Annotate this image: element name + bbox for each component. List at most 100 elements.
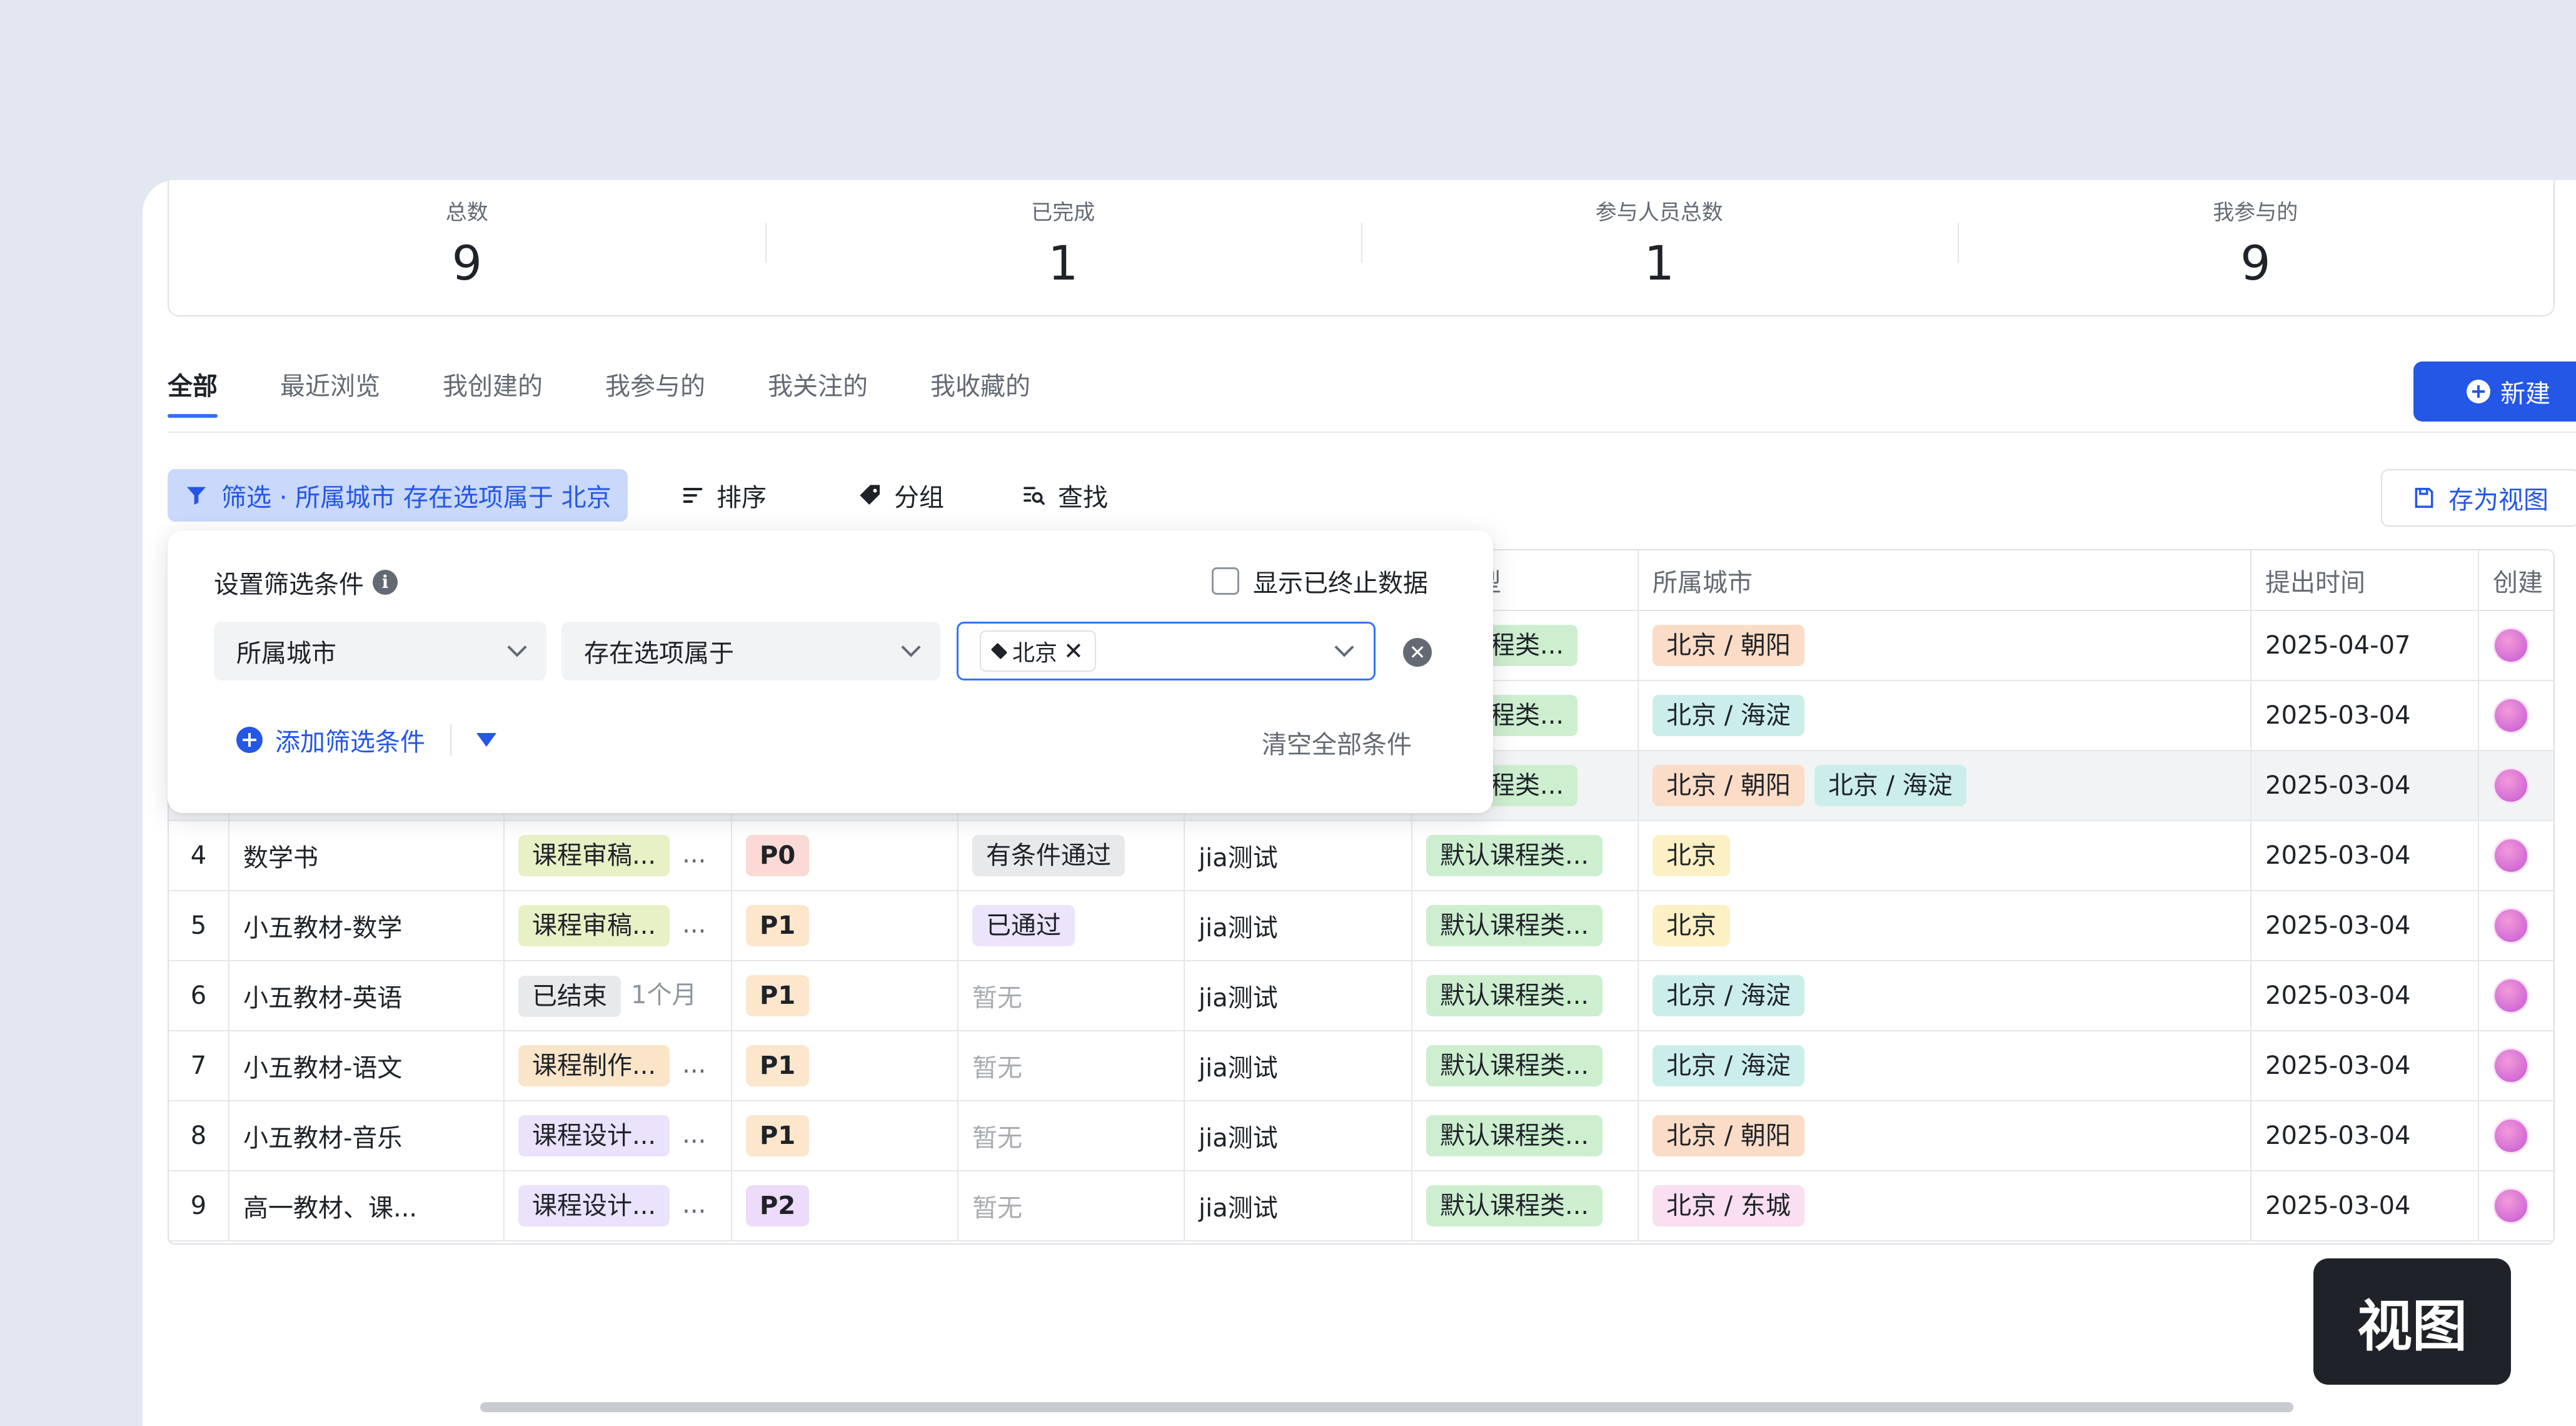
show-terminated-label: 显示已终止数据 — [1253, 569, 1428, 598]
tab-favorited[interactable]: 我收藏的 — [930, 368, 1030, 418]
date-cell: 2025-03-04 — [2251, 821, 2479, 891]
status-tag: 已通过 — [972, 905, 1075, 946]
horizontal-scrollbar[interactable] — [480, 1402, 2293, 1412]
city-tag: 北京 / 海淀 — [1653, 975, 1804, 1016]
remove-option-icon[interactable]: ✕ — [1064, 637, 1084, 665]
stat-value: 9 — [451, 235, 482, 291]
chevron-down-icon — [507, 637, 527, 657]
city-tag: 北京 / 朝阳 — [1653, 1115, 1804, 1156]
group-button[interactable]: 分组 — [858, 469, 944, 522]
row-index: 5 — [169, 891, 229, 961]
col-header-creator[interactable]: 创建 — [2478, 550, 2553, 611]
date-cell: 2025-03-04 — [2251, 891, 2479, 961]
stage-tag: 已结束 — [518, 976, 621, 1017]
add-condition-label: 添加筛选条件 — [275, 728, 425, 757]
stat-value: 1 — [1644, 235, 1674, 291]
owner-cell: jia测试 — [1184, 1101, 1412, 1171]
clear-all-button[interactable]: 清空全部条件 — [1262, 724, 1412, 761]
type-tag: 默认课程类... — [1426, 905, 1603, 946]
stage-tag: 课程审稿... — [518, 905, 670, 946]
date-cell: 2025-04-07 — [2251, 610, 2479, 681]
chevron-down-icon — [901, 637, 921, 657]
city-tag: 北京 / 朝阳 — [1653, 765, 1804, 806]
tab-all[interactable]: 全部 — [168, 368, 218, 418]
table-row[interactable]: 7 小五教材-语文 课程制作...... P1 暂无 jia测试 默认课程类..… — [169, 1031, 2553, 1101]
name-cell[interactable]: 小五教材-英语 — [229, 961, 505, 1031]
table-row[interactable]: 4 数学书 课程审稿...... P0 有条件通过 jia测试 默认课程类...… — [169, 821, 2553, 891]
find-label: 查找 — [1058, 483, 1108, 512]
save-view-button[interactable]: 存为视图 — [2381, 469, 2576, 527]
table-row[interactable]: 8 小五教材-音乐 课程设计...... P1 暂无 jia测试 默认课程类..… — [169, 1101, 2553, 1171]
row-index: 8 — [169, 1101, 229, 1171]
tab-participated[interactable]: 我参与的 — [605, 368, 705, 418]
popover-title: 设置筛选条件 i — [214, 564, 398, 600]
name-cell[interactable]: 小五教材-音乐 — [229, 1101, 505, 1171]
info-icon[interactable]: i — [373, 570, 398, 595]
stat-label: 我参与的 — [2213, 200, 2298, 225]
table-row[interactable]: 6 小五教材-英语 已结束 1个月 P1 暂无 jia测试 默认课程类... 北京… — [169, 961, 2553, 1031]
date-cell: 2025-03-04 — [2251, 751, 2479, 821]
table-row[interactable]: 5 小五教材-数学 课程审稿...... P1 已通过 jia测试 默认课程类.… — [169, 891, 2553, 961]
city-tag: 北京 / 海淀 — [1814, 765, 1966, 806]
scrollbar-thumb[interactable] — [480, 1402, 2293, 1412]
type-tag: 默认课程类... — [1426, 1185, 1603, 1226]
priority-tag: P1 — [746, 1115, 810, 1156]
stat-label: 已完成 — [1031, 200, 1095, 225]
save-icon — [2415, 488, 2433, 508]
tab-recent[interactable]: 最近浏览 — [280, 368, 380, 418]
group-label: 分组 — [894, 483, 944, 512]
date-cell: 2025-03-04 — [2251, 1101, 2479, 1171]
avatar — [2493, 837, 2529, 874]
stat-completed: 已完成 1 — [765, 180, 1362, 315]
table-row[interactable]: 9 高一教材、课... 课程设计...... P2 暂无 jia测试 默认课程类… — [169, 1171, 2553, 1241]
stat-label: 总数 — [445, 200, 488, 225]
show-terminated-checkbox[interactable] — [1212, 567, 1239, 595]
type-tag: 默认课程类... — [1426, 835, 1603, 876]
type-tag: 默认课程类... — [1426, 1045, 1603, 1086]
name-cell[interactable]: 小五教材-数学 — [229, 891, 505, 961]
city-tag: 北京 — [1653, 905, 1730, 946]
chevron-down-icon — [1334, 637, 1354, 657]
name-cell[interactable]: 小五教材-语文 — [229, 1031, 505, 1101]
avatar — [2493, 1118, 2529, 1154]
owner-cell: jia测试 — [1184, 1171, 1412, 1241]
field-select[interactable]: 所属城市 — [214, 622, 546, 680]
tab-followed[interactable]: 我关注的 — [768, 368, 868, 418]
selected-option-label: 北京 — [1012, 640, 1058, 666]
toolbar: 筛选 · 所属城市 存在选项属于 北京 排序 分组 查找 存为视图 — [168, 469, 2576, 527]
avatar — [2493, 1188, 2529, 1224]
sort-label: 排序 — [717, 483, 767, 512]
caret-down-icon[interactable] — [476, 733, 496, 747]
type-tag: 默认课程类... — [1426, 1115, 1603, 1156]
stage-tag: 课程审稿... — [518, 835, 670, 876]
name-cell[interactable]: 高一教材、课... — [229, 1171, 505, 1241]
avatar — [2493, 1048, 2529, 1084]
remove-condition-icon[interactable]: ✕ — [1403, 638, 1432, 667]
priority-tag: P0 — [746, 835, 810, 876]
date-cell: 2025-03-04 — [2251, 680, 2479, 751]
tab-created[interactable]: 我创建的 — [443, 368, 543, 418]
new-button[interactable]: 新建 — [2413, 362, 2576, 422]
stat-value: 1 — [1048, 235, 1079, 291]
stage-tag: 课程制作... — [518, 1045, 670, 1086]
funnel-icon — [187, 487, 206, 505]
stat-participants: 参与人员总数 1 — [1361, 180, 1958, 315]
stats-card: 总数 9 已完成 1 参与人员总数 1 我参与的 9 — [168, 180, 2555, 316]
col-header-date[interactable]: 提出时间 — [2251, 550, 2479, 611]
layers-icon — [990, 642, 1008, 660]
sort-button[interactable]: 排序 — [680, 469, 767, 522]
operator-select[interactable]: 存在选项属于 — [561, 622, 940, 680]
tag-icon — [860, 485, 880, 505]
show-terminated-toggle[interactable]: 显示已终止数据 — [1212, 563, 1428, 599]
col-header-city[interactable]: 所属城市 — [1638, 550, 2251, 611]
status-empty: 暂无 — [958, 961, 1185, 1031]
plus-circle-icon — [236, 727, 263, 753]
owner-cell: jia测试 — [1184, 891, 1412, 961]
filter-button[interactable]: 筛选 · 所属城市 存在选项属于 北京 — [168, 469, 628, 522]
name-cell[interactable]: 数学书 — [229, 821, 505, 891]
value-select[interactable]: 北京 ✕ — [957, 622, 1376, 680]
view-tabs: 全部 最近浏览 我创建的 我参与的 我关注的 我收藏的 — [168, 368, 1093, 418]
add-condition-button[interactable]: 添加筛选条件 — [236, 722, 496, 758]
date-cell: 2025-03-04 — [2251, 1171, 2479, 1241]
find-button[interactable]: 查找 — [1022, 469, 1108, 522]
